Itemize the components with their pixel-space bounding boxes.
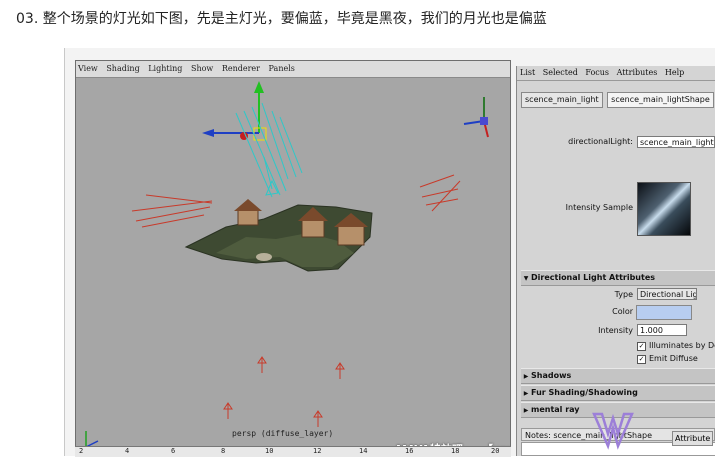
intensity-sample-label: Intensity Sample [565,203,633,212]
menu-show[interactable]: Show [191,64,213,73]
tick-label: 10 [265,447,274,455]
right-fill-lights-icon[interactable] [419,174,461,212]
point-lights-icon[interactable] [223,356,345,427]
type-label: Type [614,290,633,299]
expand-right-icon: ▶ [523,407,529,414]
emit-diffuse-checkbox[interactable]: ✓ [637,355,646,364]
perspective-viewport[interactable]: View Shading Lighting Show Renderer Pane… [75,60,511,456]
intensity-label: Intensity [598,326,633,335]
terrain-model-icon[interactable] [184,199,373,272]
menu-help[interactable]: Help [665,68,684,77]
tick-label: 2 [79,447,84,455]
tick-label: 16 [405,447,414,455]
viewport-menubar: View Shading Lighting Show Renderer Pane… [76,61,510,78]
expand-down-icon: ▼ [523,275,529,282]
attribute-editor-menubar: List Selected Focus Attributes Help [517,66,715,81]
emit-diffuse-label: Emit Diffuse [649,354,698,363]
illuminates-by-default-checkbox[interactable]: ✓ [637,342,646,351]
expand-right-icon: ▶ [523,390,529,397]
attribute-editor: List Selected Focus Attributes Help scen… [516,66,715,456]
menu-renderer[interactable]: Renderer [222,64,260,73]
viewport-scene[interactable] [76,77,510,455]
maya-screenshot: View Shading Lighting Show Renderer Pane… [64,48,715,457]
attribute-button[interactable]: Attribute [672,431,714,446]
article-caption: 03. 整个场景的灯光如下图，先是主灯光，要偏蓝，毕竟是黑夜，我们的月光也是偏蓝 [16,11,547,27]
directional-light-label: directionalLight: [568,137,633,146]
menu-selected[interactable]: Selected [543,68,578,77]
tick-label: 12 [313,447,322,455]
tick-label: 14 [359,447,368,455]
expand-right-icon: ▶ [523,373,529,380]
menu-view[interactable]: View [78,64,98,73]
menu-shading[interactable]: Shading [106,64,139,73]
color-label: Color [612,307,633,316]
intensity-field[interactable]: 1.000 [637,324,687,336]
tab-light-shape[interactable]: scence_main_lightShape [607,92,714,108]
tick-label: 18 [451,447,460,455]
menu-attributes[interactable]: Attributes [617,68,658,77]
main-light-manipulator-icon[interactable] [202,81,303,198]
menu-panels[interactable]: Panels [269,64,295,73]
intensity-sample-swatch [637,182,691,236]
directional-light-name-field[interactable]: scence_main_lightShape [637,136,715,148]
camera-label: persp (diffuse_layer) [232,429,334,438]
section-directional-light-attributes[interactable]: ▼ Directional Light Attributes [521,270,715,286]
light-type-dropdown[interactable]: Directional Light [637,288,697,300]
section-fur-shading[interactable]: ▶ Fur Shading/Shadowing [521,385,715,401]
tab-transform[interactable]: scence_main_light [521,92,603,108]
node-tabs: scence_main_light scence_main_lightShape [521,92,715,108]
left-fill-lights-icon[interactable] [131,194,213,228]
section-shadows[interactable]: ▶ Shadows [521,368,715,384]
light-color-swatch[interactable] [636,305,692,320]
view-axis-gizmo-icon[interactable] [463,97,489,138]
menu-list[interactable]: List [520,68,535,77]
tick-label: 6 [171,447,176,455]
tick-label: 8 [221,447,226,455]
menu-lighting[interactable]: Lighting [148,64,182,73]
tick-label: 20 [491,447,500,455]
watermark-logo-icon [592,412,634,450]
menu-focus[interactable]: Focus [585,68,609,77]
illuminates-by-default-label: Illuminates by Default [649,341,715,350]
tick-label: 4 [125,447,130,455]
timeline-ruler[interactable]: 2 4 6 8 10 12 14 16 18 20 [75,446,511,457]
